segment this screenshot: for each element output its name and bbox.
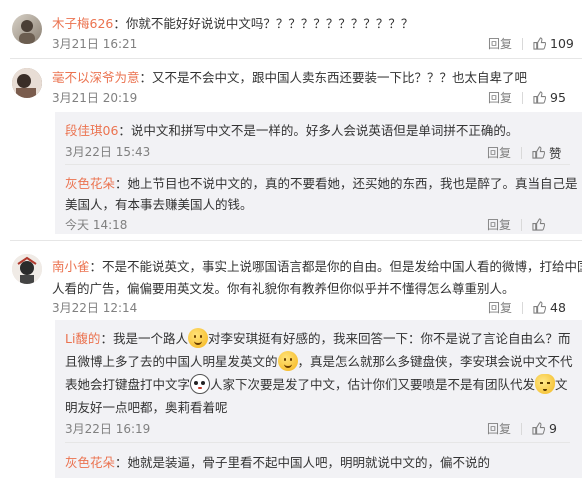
divider — [522, 301, 524, 314]
reply-actions: 回复 9 — [487, 420, 557, 437]
divider — [522, 37, 524, 50]
reply-thread: Li馥的：我是一个路人 对李安琪挺有好感的，我来回答一下：你不是说了言论自由么？而… — [55, 320, 582, 478]
thumbs-up-icon — [533, 301, 547, 314]
reply-text-line: Li馥的：我是一个路人 对李安琪挺有好感的，我来回答一下：你不是说了言论自由么？而 — [65, 328, 570, 348]
reply-text: 表她会打键盘打中文字 — [65, 377, 191, 392]
like-label: 赞 — [549, 146, 562, 161]
like-button[interactable]: 赞 — [532, 143, 562, 162]
divider — [521, 422, 523, 435]
divider — [522, 91, 524, 104]
like-button[interactable]: 9 — [532, 421, 557, 436]
username-link[interactable]: 木子梅626 — [52, 16, 113, 31]
username-link[interactable]: 南小雀 — [52, 259, 90, 274]
like-button[interactable]: 48 — [533, 300, 566, 315]
avatar[interactable] — [12, 254, 42, 284]
comment-text: 人看的广告，偏偏要用英文发。你有礼貌你有教养但你似乎并不懂得怎么尊重别人。 — [52, 281, 515, 296]
username-link[interactable]: 毫不以深爷为意 — [52, 70, 140, 85]
reply-text: ：说中文和拼写中文不是一样的。好多人会说英语但是单词拼不正确的。 — [118, 123, 519, 138]
reply-button[interactable]: 回复 — [488, 299, 512, 316]
avatar-image — [19, 20, 35, 44]
like-count: 95 — [550, 90, 566, 105]
divider — [521, 218, 523, 231]
smile-emoji-icon — [187, 328, 208, 348]
comment-text-line: 木子梅626：你就不能好好说说中文吗？？？？？？？？？？？？ — [52, 13, 413, 32]
comment-actions: 回复 48 — [488, 299, 566, 316]
reply-text: ：我是一个路人 — [100, 331, 188, 346]
avatar[interactable] — [12, 14, 42, 44]
avatar-image — [12, 68, 42, 98]
divider — [65, 442, 570, 443]
comment-text-line: 南小雀：不是不能说英文，事实上说哪国语言都是你的自由。但是发给中国人看的微博，打… — [52, 256, 582, 275]
username-link[interactable]: 段佳琪06 — [65, 123, 118, 138]
comment-text-line: 毫不以深爷为意：又不是不会中文，跟中国人卖东西还要装一下比？？？也太自卑了吧 — [52, 67, 527, 86]
reply-button[interactable]: 回复 — [488, 89, 512, 106]
reply-text: 文 — [555, 377, 568, 392]
reply-text-line: 美国人，有本事去赚美国人的钱。 — [65, 194, 253, 213]
thumbs-up-icon — [533, 37, 547, 50]
reply-thread: 段佳琪06：说中文和拼写中文不是一样的。好多人会说英语但是单词拼不正确的。 3月… — [55, 112, 582, 234]
comment-timestamp: 3月21日 16:21 — [52, 37, 138, 51]
thumbs-up-icon — [532, 422, 546, 435]
reply-text: ：她上节目也不说中文的，真的不要看她，还买她的东西，我也是醉了。真当自己是 — [115, 176, 578, 191]
reply-text-line: 明友好一点吧都，奥莉看着呢 — [65, 397, 228, 416]
reply-text: ：她就是装逼，骨子里看不起中国人吧，明明就说中文的，偏不说的 — [115, 455, 491, 470]
reply-text: ，真是怎么就那么多键盘侠，李安琪会说中文不代 — [297, 354, 573, 369]
divider — [521, 146, 523, 159]
avatar-image — [12, 254, 42, 284]
like-button[interactable]: 109 — [533, 36, 574, 51]
reply-actions: 回复 赞 — [487, 143, 562, 162]
reply-text-line: 表她会打键盘打中文字 人家下次要是发了中文，估计你们又要喷是不是有团队代发 文 — [65, 374, 568, 394]
reply-text-line: 且微博上多了去的中国人明星发英文的 ，真是怎么就那么多键盘侠，李安琪会说中文不代 — [65, 351, 573, 371]
avatar[interactable] — [12, 68, 42, 98]
reply-actions: 回复 — [487, 216, 546, 233]
comment-text: ：又不是不会中文，跟中国人卖东西还要装一下比？？？也太自卑了吧 — [139, 70, 528, 85]
like-button[interactable] — [532, 218, 546, 231]
username-link[interactable]: 灰色花朵 — [65, 455, 115, 470]
smile-emoji-icon — [277, 351, 298, 371]
reply-text-line: 灰色花朵：她上节目也不说中文的，真的不要看她，还买她的东西，我也是醉了。真当自己… — [65, 173, 578, 192]
thumbs-up-icon — [533, 91, 547, 104]
reply-timestamp: 今天 14:18 — [65, 218, 128, 232]
comment-timestamp: 3月22日 12:14 — [52, 301, 138, 315]
reply-text: 美国人，有本事去赚美国人的钱。 — [65, 197, 253, 212]
reply-text: 且微博上多了去的中国人明星发英文的 — [65, 354, 278, 369]
username-link[interactable]: 灰色花朵 — [65, 176, 115, 191]
reply-timestamp: 3月22日 15:43 — [65, 145, 151, 159]
reply-button[interactable]: 回复 — [487, 216, 511, 233]
reply-timestamp: 3月22日 16:19 — [65, 422, 151, 436]
comment-text: ：不是不能说英文，事实上说哪国语言都是你的自由。但是发给中国人看的微博，打给中国 — [89, 259, 582, 274]
divider — [65, 164, 570, 165]
like-button[interactable]: 95 — [533, 90, 566, 105]
thumbs-up-icon — [532, 218, 546, 231]
comment-actions: 回复 95 — [488, 89, 566, 106]
cat-emoji-icon — [535, 374, 556, 394]
panda-emoji-icon — [190, 374, 211, 394]
divider — [10, 58, 582, 59]
reply-button[interactable]: 回复 — [487, 144, 511, 161]
reply-button[interactable]: 回复 — [488, 35, 512, 52]
comment-actions: 回复 109 — [488, 35, 574, 52]
thumbs-up-icon — [532, 146, 546, 159]
reply-text: 明友好一点吧都，奥莉看着呢 — [65, 400, 228, 415]
reply-text-line: 灰色花朵：她就是装逼，骨子里看不起中国人吧，明明就说中文的，偏不说的 — [65, 452, 490, 471]
like-count: 48 — [550, 300, 566, 315]
like-count: 109 — [550, 36, 574, 51]
username-link[interactable]: Li馥的 — [65, 331, 100, 346]
reply-button[interactable]: 回复 — [487, 420, 511, 437]
comment-text: ：你就不能好好说说中文吗？？？？？？？？？？？？ — [113, 16, 414, 31]
like-count: 9 — [549, 421, 557, 436]
divider — [10, 240, 582, 241]
reply-text-line: 段佳琪06：说中文和拼写中文不是一样的。好多人会说英语但是单词拼不正确的。 — [65, 120, 518, 139]
comment-text-line: 人看的广告，偏偏要用英文发。你有礼貌你有教养但你似乎并不懂得怎么尊重别人。 — [52, 278, 515, 297]
reply-text: 人家下次要是发了中文，估计你们又要喷是不是有团队代发 — [210, 377, 536, 392]
comment-timestamp: 3月21日 20:19 — [52, 91, 138, 105]
reply-text: 对李安琪挺有好感的，我来回答一下：你不是说了言论自由么？而 — [207, 331, 571, 346]
